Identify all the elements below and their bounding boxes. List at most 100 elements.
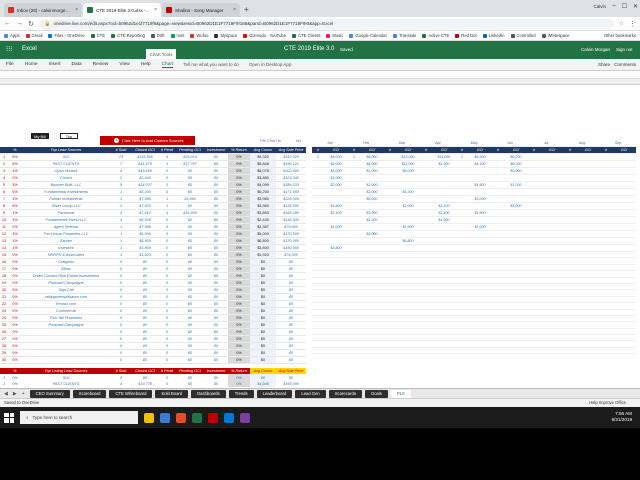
cell-sold[interactable]: 0 <box>110 328 132 336</box>
bookmark-item[interactable]: Red Dot <box>455 33 477 38</box>
cell-comm[interactable]: $0 <box>250 321 276 329</box>
month-cell[interactable] <box>456 188 468 196</box>
bookmark-item[interactable]: Wufoo <box>190 33 208 38</box>
cell-comm[interactable]: $5,000 <box>250 230 276 238</box>
ribbon-tab-help[interactable]: Help <box>141 62 151 68</box>
cell-comm[interactable]: $6,800 <box>250 237 276 245</box>
cell-gci[interactable]: $0 <box>132 342 158 350</box>
table-row[interactable]: 16 0% Craigslist 0 $0 0 $0 $0 0% $0 $0 <box>0 258 306 266</box>
month-cell[interactable] <box>348 181 360 189</box>
cell-inv[interactable]: $0 <box>204 223 228 231</box>
table-row[interactable]: 10 3% Fundamental Invest LLC 4 $6,528 0 $0 $0 0%… <box>0 216 306 224</box>
user-name[interactable]: Calvin Morgan <box>581 47 610 52</box>
cell-t[interactable]: 0% <box>8 328 22 336</box>
month-cell[interactable] <box>384 237 396 245</box>
cell-pgci[interactable]: $0 <box>176 188 204 196</box>
ribbon-tab-home[interactable]: Home <box>25 62 38 68</box>
cell-pend[interactable]: 0 <box>158 342 176 350</box>
month-cell[interactable] <box>540 347 564 355</box>
cell-name[interactable]: Postcard Campaigns <box>22 321 110 329</box>
month-cell[interactable] <box>564 244 576 252</box>
cell-t[interactable]: 3% <box>8 216 22 224</box>
cell-sold[interactable]: 0 <box>110 293 132 301</box>
month-cell[interactable] <box>540 160 564 168</box>
month-cell[interactable] <box>492 188 504 196</box>
month-cell[interactable] <box>432 174 456 182</box>
back-icon[interactable]: ← <box>4 20 11 27</box>
bookmark-item[interactable]: Active CTE <box>422 33 449 38</box>
other-bookmarks[interactable]: Other bookmarks <box>604 33 636 38</box>
cell-inv[interactable]: $0 <box>204 244 228 252</box>
tab-close-icon[interactable]: × <box>233 7 236 13</box>
month-cell[interactable]: $6,200 <box>504 153 528 161</box>
cell-ret[interactable]: 0% <box>228 188 250 196</box>
cell-pend[interactable]: 0 <box>158 335 176 343</box>
cell-t[interactable]: 3% <box>8 195 22 203</box>
cell-gci[interactable]: $0 <box>132 265 158 273</box>
month-cell[interactable] <box>492 230 504 238</box>
cell-price[interactable]: $168,280 <box>276 209 306 217</box>
month-cell[interactable] <box>540 174 564 182</box>
taskbar-app-icon[interactable] <box>160 412 170 423</box>
table-row[interactable]: 17 0% Zillow 0 $0 0 $0 $0 0% $0 $0 <box>0 265 306 273</box>
cell-comm[interactable]: $3,800 <box>250 244 276 252</box>
cell-pend[interactable]: 0 <box>158 321 176 329</box>
cell-gci[interactable]: $0 <box>132 328 158 336</box>
cell-sold[interactable]: 1 <box>110 230 132 238</box>
table-row[interactable]: 9 1% Facebook 4 $7,612 4 $16,600 $0 0% $3,863 $168… <box>0 209 306 217</box>
month-cell[interactable]: $2,100 <box>324 209 348 217</box>
month-cell[interactable] <box>420 181 432 189</box>
cell-n[interactable]: 21 <box>0 293 8 301</box>
cell-price[interactable]: $0 <box>276 258 306 266</box>
month-cell[interactable]: $11,000 <box>396 160 420 168</box>
month-cell[interactable]: $2,000 <box>324 181 348 189</box>
month-cell[interactable] <box>564 202 576 210</box>
table-row[interactable]: 29 0% 0 $0 0 $0 $0 0% $0 $0 <box>0 349 306 357</box>
month-cell[interactable] <box>528 174 540 182</box>
month-cell[interactable] <box>432 347 456 355</box>
month-cell[interactable]: $6,000 <box>360 160 384 168</box>
ribbon-tab-view[interactable]: View <box>119 62 129 68</box>
month-cell[interactable] <box>564 160 576 168</box>
cell-comm[interactable]: $0 <box>250 349 276 357</box>
month-cell[interactable] <box>492 174 504 182</box>
bookmark-item[interactable]: mint <box>170 33 184 38</box>
month-cell[interactable] <box>528 153 540 161</box>
cell-sold[interactable]: 1 <box>110 195 132 203</box>
month-cell[interactable] <box>564 347 576 355</box>
cell-pgci[interactable]: $0 <box>176 258 204 266</box>
month-cell[interactable] <box>540 188 564 196</box>
cell-inv[interactable]: $0 <box>204 286 228 294</box>
cell-inv[interactable]: $0 <box>204 258 228 266</box>
cell-n[interactable]: 30 <box>0 356 8 364</box>
cell-pgci[interactable]: $0 <box>176 321 204 329</box>
cell-t[interactable]: 0% <box>8 349 22 357</box>
cell-comm[interactable]: $4,099 <box>250 181 276 189</box>
month-cell[interactable] <box>576 230 600 238</box>
cell-inv[interactable]: $0 <box>204 321 228 329</box>
month-cell[interactable] <box>348 188 360 196</box>
cell-pgci[interactable]: $0 <box>176 237 204 245</box>
cell-ret[interactable]: 0% <box>228 202 250 210</box>
bookmark-item[interactable]: Gmail <box>25 33 42 38</box>
month-cell[interactable] <box>612 223 636 231</box>
cell-ret[interactable]: 0% <box>228 342 250 350</box>
cell-pgci[interactable]: $16,600 <box>176 209 204 217</box>
cell-gci[interactable]: $7,999 <box>132 195 158 203</box>
month-cell[interactable] <box>420 223 432 231</box>
taskbar-app-icon[interactable] <box>224 412 234 423</box>
cell-n[interactable]: 1 <box>0 153 8 161</box>
cell-ret[interactable]: 0% <box>228 349 250 357</box>
cell-inv[interactable]: $0 <box>204 381 228 387</box>
menu-icon[interactable]: ⋮ <box>629 20 636 28</box>
month-cell[interactable] <box>504 174 528 182</box>
cell-n[interactable]: 29 <box>0 349 8 357</box>
cell-sold[interactable]: 0 <box>110 342 132 350</box>
cell-ret[interactable]: 0% <box>228 328 250 336</box>
month-cell[interactable] <box>432 230 456 238</box>
month-cell[interactable] <box>456 202 468 210</box>
cell-sold[interactable]: 1 <box>110 188 132 196</box>
cell-gci[interactable]: $0 <box>132 307 158 315</box>
cell-pend[interactable]: 0 <box>158 272 176 280</box>
cell-comm[interactable]: $3,863 <box>250 209 276 217</box>
